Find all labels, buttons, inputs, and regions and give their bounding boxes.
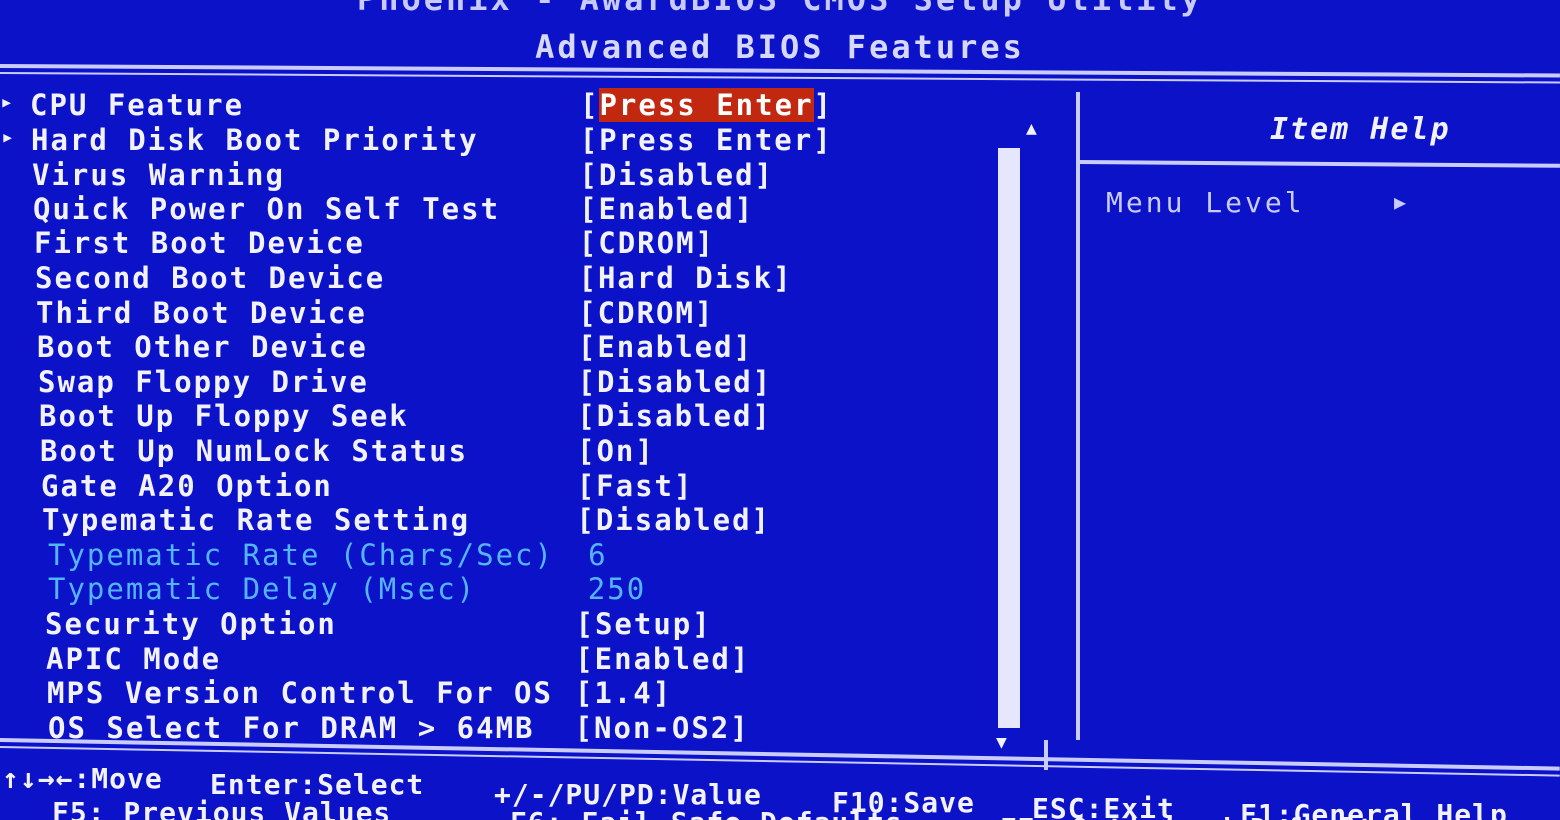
footer-key-optimized: F7: Optimized Defaults [1000,812,1393,820]
help-title-divider [1077,160,1560,168]
setting-label: Boot Other Device [37,330,368,365]
setting-label: Typematic Rate Setting [42,503,471,538]
setting-row[interactable]: MPS Version Control For OS [1.4] [47,676,1000,710]
submenu-arrow-icon: ▸ [0,90,14,115]
setting-value[interactable]: [Hard Disk] [579,261,793,295]
setting-row[interactable]: Boot Up NumLock Status [On] [40,434,1000,468]
footer-key-previous: F5: Previous Values [52,796,392,820]
setting-label: Boot Up NumLock Status [40,434,469,468]
help-panel-divider [1076,92,1080,740]
setting-row[interactable]: Swap Floppy Drive [Disabled] [38,365,1000,399]
setting-value[interactable]: [Non-OS2] [575,711,750,745]
setting-value[interactable]: [Press Enter] [580,88,833,122]
page-title: Advanced BIOS Features [535,28,1025,66]
menu-level-arrow-icon: ▶ [1394,190,1407,214]
setting-label: Swap Floppy Drive [38,364,369,399]
scrollbar[interactable] [998,148,1020,728]
setting-label: Boot Up Floppy Seek [39,399,409,434]
setting-value[interactable]: [Enabled] [578,330,753,364]
setting-row[interactable]: ▸ CPU Feature [Press Enter] [0,88,1000,122]
setting-label: Hard Disk Boot Priority [31,123,479,158]
setting-value[interactable]: [Disabled] [578,365,773,399]
bracket-open: [ [580,88,600,122]
setting-row: xTypematic Delay (Msec)250 [44,572,1000,606]
setting-label: Quick Power On Self Test [33,191,501,226]
setting-label: Typematic Delay (Msec) [48,572,477,607]
bracket-close: ] [813,88,833,122]
setting-value[interactable]: [Disabled] [579,158,774,192]
setting-label: MPS Version Control For OS [47,676,553,711]
setting-value[interactable]: [Disabled] [577,399,772,433]
help-menu-level: Menu Level [1106,186,1305,219]
bios-screen: Phoenix - AwardBIOS CMOS Setup Utility A… [0,0,1560,820]
setting-label: Virus Warning [32,158,285,193]
setting-row[interactable]: First Boot Device [CDROM] [34,226,1000,260]
setting-label: APIC Mode [46,641,222,676]
selected-value-highlight[interactable]: Press Enter [599,88,814,122]
help-panel-title: Item Help [1270,112,1451,147]
setting-row[interactable]: APIC Mode [Enabled] [46,642,1000,676]
utility-title: Phoenix - AwardBIOS CMOS Setup Utility [0,0,1560,18]
setting-row[interactable]: Second Boot Device [Hard Disk] [35,261,1000,295]
footer-key-move: ↑↓→←:Move [2,762,163,795]
scroll-down-icon[interactable]: ▼ [996,732,1007,753]
setting-row[interactable]: Third Boot Device [CDROM] [36,296,1000,330]
footer-key-failsafe: F6: Fail-Safe Defaults [510,806,903,820]
setting-row[interactable]: Boot Other Device [Enabled] [37,330,1000,364]
setting-value[interactable]: [1.4] [575,676,672,710]
setting-value[interactable]: [CDROM] [579,226,715,260]
setting-row: xTypematic Rate (Chars/Sec)6 [43,538,1000,572]
setting-value[interactable]: [Press Enter] [580,123,833,157]
setting-value[interactable]: [Fast] [577,469,694,503]
setting-row[interactable]: Gate A20 Option [Fast] [41,469,1000,503]
setting-value: 6 [588,537,608,572]
setting-row[interactable]: Boot Up Floppy Seek [Disabled] [39,399,1000,433]
setting-value[interactable]: [Enabled] [575,642,750,676]
setting-row[interactable]: Security Option [Setup] [45,607,1000,641]
setting-label: Typematic Rate (Chars/Sec) [48,537,554,572]
setting-label: First Boot Device [34,226,365,261]
setting-value: 250 [587,572,647,607]
setting-row[interactable]: Typematic Rate Setting [Disabled] [42,503,1000,537]
setting-value[interactable]: [CDROM] [578,296,714,330]
setting-value[interactable]: [On] [577,434,655,468]
setting-value[interactable]: [Disabled] [576,503,771,537]
setting-label: CPU Feature [30,88,245,122]
setting-row[interactable]: Virus Warning [Disabled] [32,158,1000,192]
setting-label: OS Select For DRAM > 64MB [48,710,535,745]
setting-label: Third Boot Device [36,295,367,330]
header-divider [0,64,1560,78]
setting-value[interactable]: [Setup] [576,607,712,641]
setting-label: Gate A20 Option [41,468,333,503]
submenu-arrow-icon: ▸ [1,125,15,151]
setting-value[interactable]: [Enabled] [579,192,754,226]
setting-row[interactable]: ▸ Hard Disk Boot Priority [Press Enter] [1,123,1000,158]
setting-label: Second Boot Device [35,261,386,295]
scroll-up-icon[interactable]: ▲ [1026,118,1037,139]
setting-label: Security Option [45,607,337,641]
setting-row[interactable]: OS Select For DRAM > 64MB [Non-OS2] [48,711,1000,745]
setting-row[interactable]: Quick Power On Self Test [Enabled] [33,192,1000,226]
